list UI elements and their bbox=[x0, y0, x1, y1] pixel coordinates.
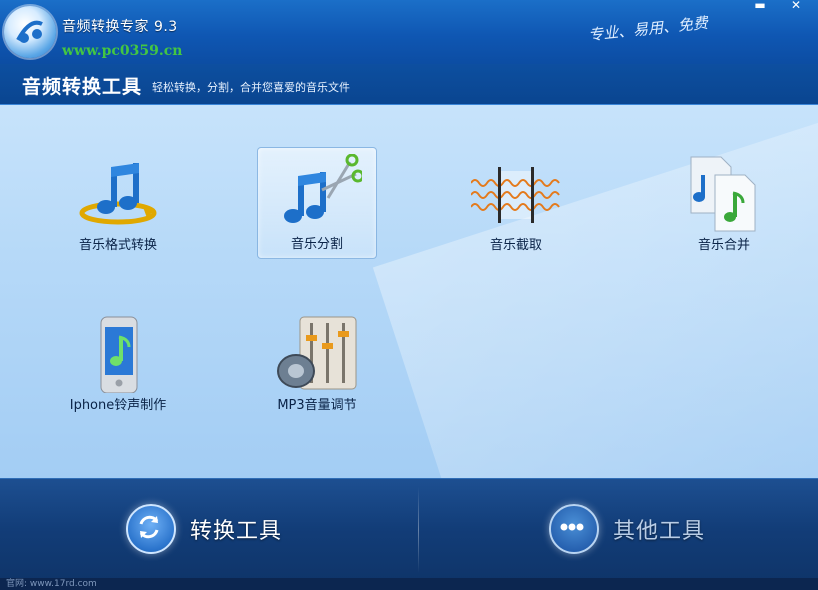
tool-label: 音乐格式转换 bbox=[78, 238, 157, 253]
tool-mp3-volume[interactable]: MP3音量调节 bbox=[257, 307, 377, 419]
convert-tools-label: 转换工具 bbox=[190, 519, 283, 544]
section-title: 音频转换工具 bbox=[22, 76, 143, 98]
volume-adjust-icon bbox=[277, 316, 357, 390]
music-split-icon bbox=[284, 154, 362, 223]
iphone-ringtone-icon bbox=[100, 316, 138, 393]
tool-label: MP3音量调节 bbox=[277, 398, 357, 413]
title-bar: 音频转换专家 9.3 www.pc0359.cn 专业、易用、免费 ▬ ✕ bbox=[0, 0, 818, 64]
music-merge-icon bbox=[690, 156, 756, 232]
tool-iphone-ringtone[interactable]: Iphone铃声制作 bbox=[58, 307, 178, 419]
close-button[interactable]: ✕ bbox=[782, 0, 810, 14]
convert-tools-button[interactable]: 转换工具 bbox=[126, 499, 282, 559]
tool-label: 音乐分割 bbox=[290, 237, 343, 252]
tool-label: 音乐截取 bbox=[489, 238, 542, 253]
footer-website[interactable]: 官网: www.17rd.com bbox=[0, 578, 818, 590]
app-logo-icon bbox=[4, 6, 56, 58]
section-subtitle: 轻松转换，分割，合并您喜爱的音乐文件 bbox=[152, 81, 350, 94]
refresh-icon bbox=[126, 504, 176, 554]
tool-label: 音乐合并 bbox=[697, 238, 750, 253]
music-convert-icon bbox=[79, 163, 157, 225]
nav-divider bbox=[418, 487, 419, 573]
tool-music-format-convert[interactable]: 音乐格式转换 bbox=[58, 147, 178, 259]
section-header: 音频转换工具 轻松转换，分割，合并您喜爱的音乐文件 bbox=[0, 64, 818, 105]
tool-label: Iphone铃声制作 bbox=[69, 398, 167, 413]
watermark-text: www.pc0359.cn bbox=[62, 43, 183, 59]
other-tools-label: 其他工具 bbox=[613, 519, 706, 544]
bottom-nav: 转换工具 其他工具 bbox=[0, 478, 818, 579]
tools-panel: 音乐格式转换 音乐分割 音乐截取 音乐合并 Iphone铃声制作 MP3音量调节 bbox=[0, 105, 818, 478]
slogan-text: 专业、易用、免费 bbox=[587, 13, 709, 45]
more-icon bbox=[549, 504, 599, 554]
tool-music-split[interactable]: 音乐分割 bbox=[257, 147, 377, 259]
tool-music-clip[interactable]: 音乐截取 bbox=[456, 147, 576, 259]
music-clip-icon bbox=[471, 167, 560, 223]
window-title: 音频转换专家 9.3 bbox=[62, 19, 178, 35]
tool-music-merge[interactable]: 音乐合并 bbox=[664, 147, 784, 259]
other-tools-button[interactable]: 其他工具 bbox=[549, 499, 705, 559]
minimize-button[interactable]: ▬ bbox=[746, 0, 774, 14]
